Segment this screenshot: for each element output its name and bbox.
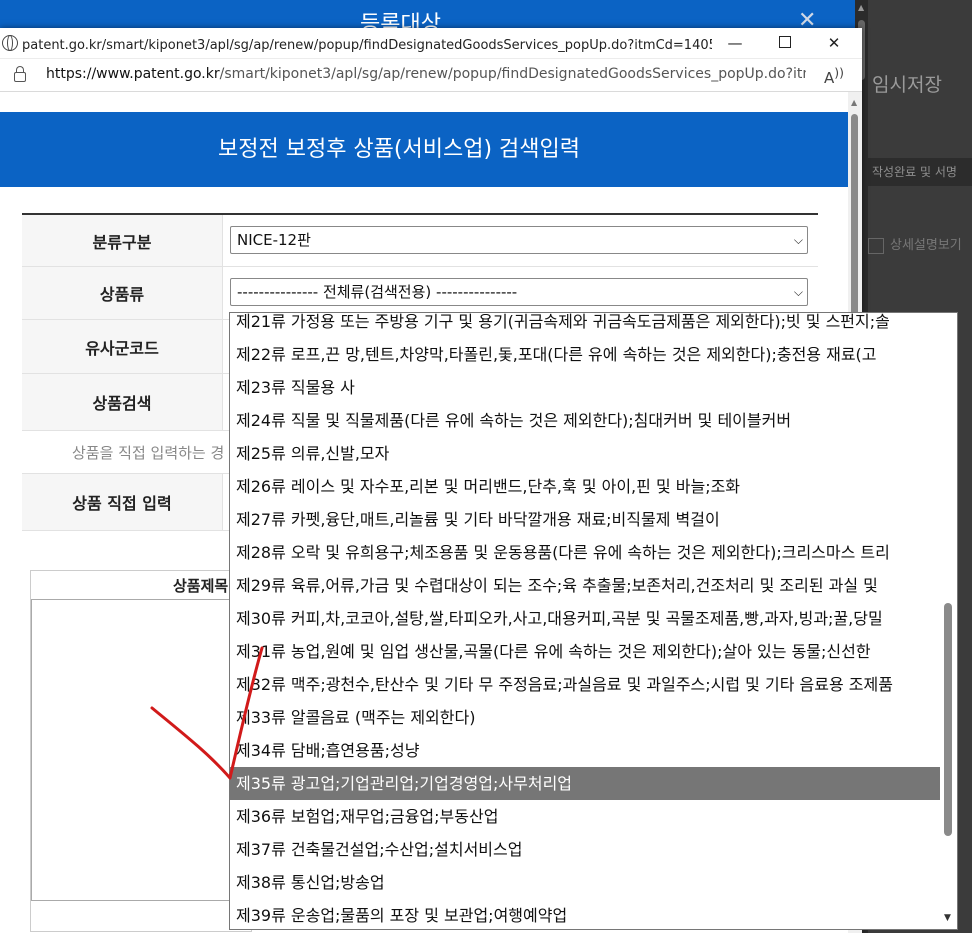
goods-title-textarea[interactable] (31, 599, 243, 901)
goods-class-value: --------------- 전체류(검색전용) --------------… (237, 283, 518, 301)
classification-select[interactable]: NICE-12판 ⌵ (230, 226, 808, 254)
scroll-up-icon[interactable]: ▲ (851, 98, 857, 107)
chevron-down-icon: ⌵ (793, 285, 803, 299)
chevron-down-icon: ⌵ (793, 233, 803, 247)
dropdown-option[interactable]: 제24류 직물 및 직물제품(다른 유에 속하는 것은 제외한다);침대커버 및… (230, 404, 940, 437)
dropdown-option[interactable]: 제33류 알콜음료 (맥주는 제외한다) (230, 701, 940, 734)
classification-cell: NICE-12판 ⌵ (222, 215, 818, 266)
dropdown-option[interactable]: 제38류 통신업;방송업 (230, 866, 940, 899)
dropdown-option[interactable]: 제32류 맥주;광천수,탄산수 및 기타 무 주정음료;과실음료 및 과일주스;… (230, 668, 940, 701)
page-header: 보정전 보정후 상품(서비스업) 검색입력 (0, 112, 848, 187)
lock-icon[interactable] (14, 66, 26, 82)
dropdown-scrollbar[interactable]: ▼ (940, 313, 957, 929)
scroll-up-icon[interactable]: ▲ (858, 3, 864, 12)
dropdown-option[interactable]: 제22류 로프,끈 망,텐트,차양막,타폴린,돛,포대(다른 유에 속하는 것은… (230, 338, 940, 371)
dropdown-option[interactable]: 제28류 오락 및 유희용구;체조용품 및 운동용품(다른 유에 속하는 것은 … (230, 536, 940, 569)
dropdown-option[interactable]: 제31류 농업,원예 및 임업 생산물,곡물(다른 유에 속하는 것은 제외한다… (230, 635, 940, 668)
form-row-classification: 분류구분 NICE-12판 ⌵ (22, 215, 818, 267)
similar-code-label: 유사군코드 (22, 320, 222, 373)
url-text[interactable]: https://www.patent.go.kr/smart/kiponet3/… (46, 66, 806, 82)
goods-title-label: 상품제목 (173, 577, 229, 595)
goods-title-box: 상품제목 (30, 570, 252, 932)
direct-input-label: 상품 직접 입력 (22, 474, 222, 530)
page-title: 보정전 보정후 상품(서비스업) 검색입력 (218, 137, 580, 162)
url-domain: https://www.patent.go.kr (46, 66, 220, 82)
dropdown-option[interactable]: 제26류 레이스 및 자수포,리본 및 머리밴드,단추,훅 및 아이,핀 및 바… (230, 470, 940, 503)
dropdown-option[interactable]: 제27류 카펫,융단,매트,리놀륨 및 기타 바닥깔개용 재료;비직물제 벽걸이 (230, 503, 940, 536)
dropdown-option[interactable]: 제34류 담배;흡연용품;성냥 (230, 734, 940, 767)
dropdown-option[interactable]: 제29류 육류,어류,가금 및 수렵대상이 되는 조수;육 추출물;보존처리,건… (230, 569, 940, 602)
dropdown-option[interactable]: 제25류 의류,신발,모자 (230, 437, 940, 470)
close-button[interactable]: ✕ (815, 30, 853, 56)
goods-class-label: 상품류 (22, 267, 222, 319)
classification-value: NICE-12판 (237, 231, 311, 249)
direct-input-note: 상품을 직접 입력하는 경 (72, 444, 225, 462)
dropdown-scroll-thumb[interactable] (944, 603, 952, 836)
detail-view-checkbox[interactable]: 상세설명보기 (868, 234, 972, 264)
dropdown-option[interactable]: 제37류 건축물건설업;수산업;설치서비스업 (230, 833, 940, 866)
minimize-button[interactable]: — (716, 30, 754, 56)
dropdown-option[interactable]: 제21류 가정용 또는 주방용 기구 및 용기(귀금속제와 귀금속도금제품은 제… (230, 313, 940, 338)
goods-class-dropdown[interactable]: 제21류 가정용 또는 주방용 기구 및 용기(귀금속제와 귀금속도금제품은 제… (229, 312, 958, 930)
globe-icon (2, 35, 18, 51)
address-bar[interactable]: https://www.patent.go.kr/smart/kiponet3/… (0, 59, 862, 92)
dropdown-option[interactable]: 제30류 커피,차,코코아,설탕,쌀,타피오카,사고,대용커피,곡분 및 곡물조… (230, 602, 940, 635)
dropdown-option[interactable]: 제23류 직물용 사 (230, 371, 940, 404)
background-header: 등록대상 ✕ (0, 0, 855, 37)
maximize-button[interactable] (766, 30, 804, 56)
scroll-down-icon[interactable]: ▼ (944, 913, 951, 923)
window-title: patent.go.kr/smart/kiponet3/apl/sg/ap/re… (22, 38, 712, 53)
dropdown-option[interactable]: 제39류 운송업;물품의 포장 및 보관업;여행예약업 (230, 899, 940, 929)
goods-search-label: 상품검색 (22, 374, 222, 430)
goods-class-select[interactable]: --------------- 전체류(검색전용) --------------… (230, 278, 808, 306)
window-titlebar: patent.go.kr/smart/kiponet3/apl/sg/ap/re… (0, 28, 862, 59)
dropdown-option[interactable]: 제35류 광고업;기업관리업;기업경영업;사무처리업 (230, 767, 940, 800)
dropdown-option[interactable]: 제36류 보험업;재무업;금융업;부동산업 (230, 800, 940, 833)
section-bar: 작성완료 및 서명 (868, 158, 972, 186)
temp-save-button[interactable]: 임시저장 (868, 70, 972, 108)
read-aloud-icon[interactable]: A)) (824, 65, 844, 87)
url-path: /smart/kiponet3/apl/sg/ap/renew/popup/fi… (219, 66, 806, 82)
maximize-icon (779, 36, 791, 48)
checkbox-icon[interactable] (868, 237, 884, 254)
detail-view-label: 상세설명보기 (890, 238, 962, 253)
classification-label: 분류구분 (22, 215, 222, 266)
